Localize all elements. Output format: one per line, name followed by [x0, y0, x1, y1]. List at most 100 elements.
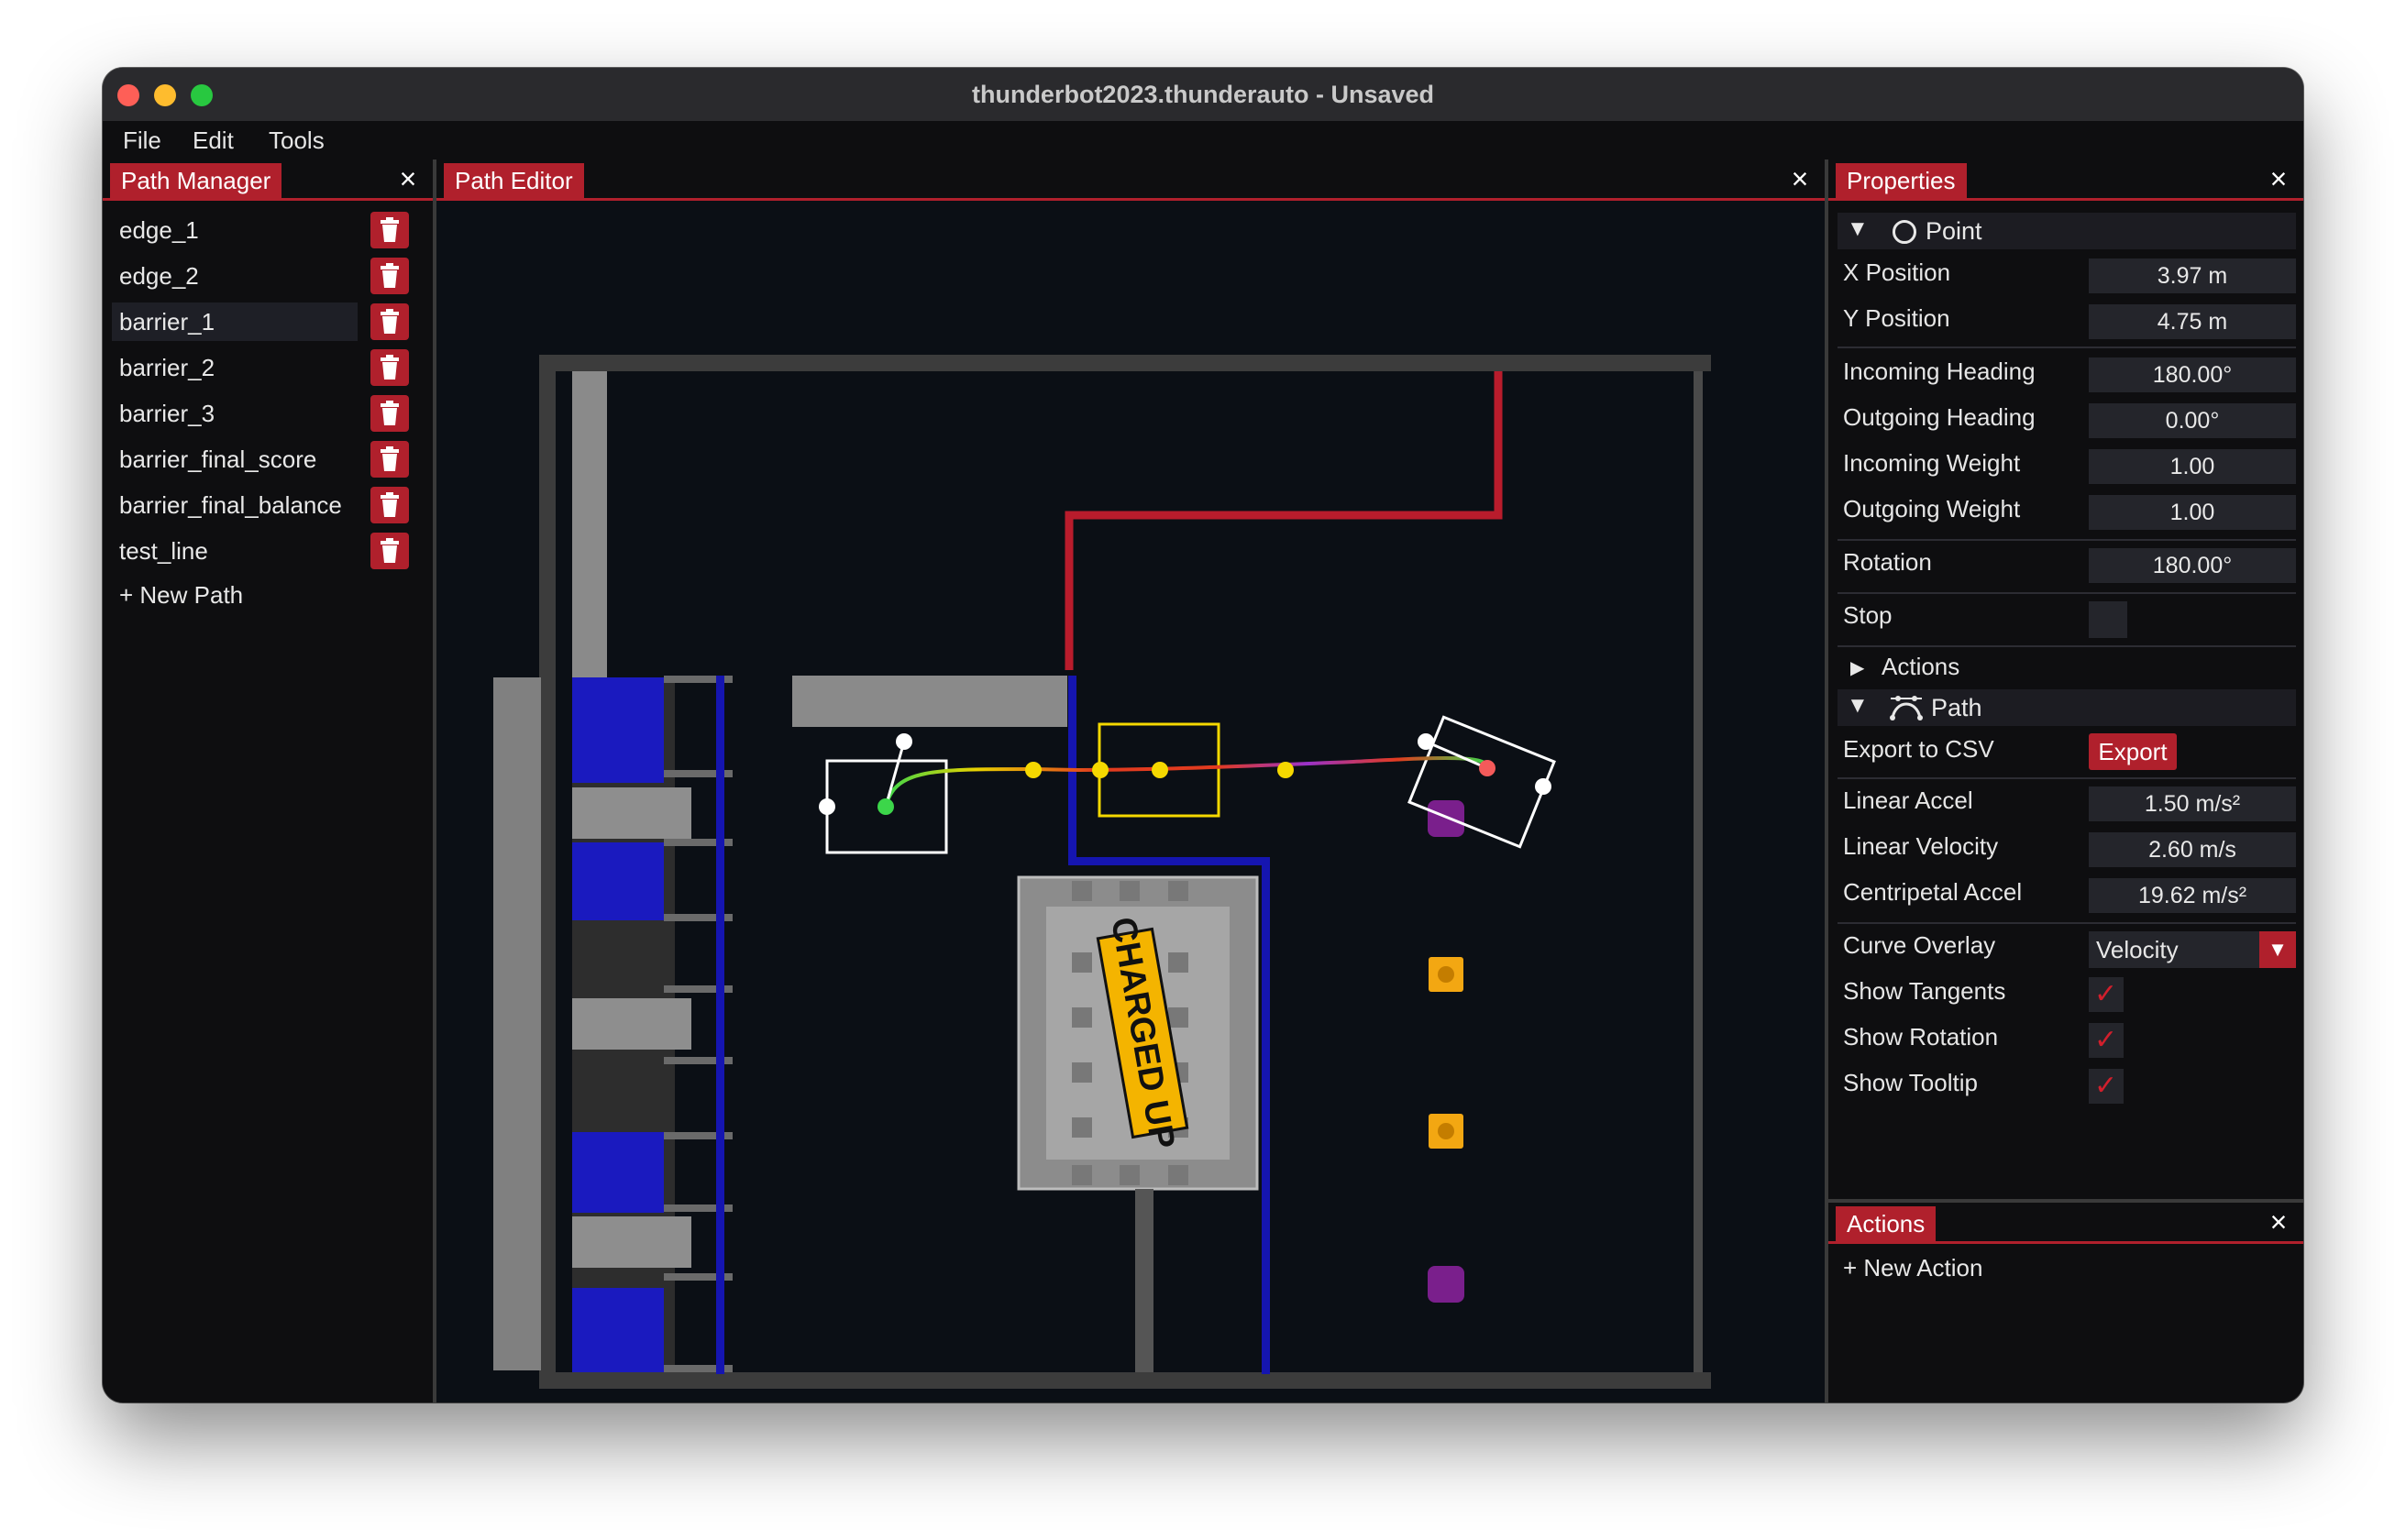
tangent-handle[interactable]: [1418, 733, 1434, 750]
app-window: thunderbot2023.thunderauto - Unsaved Fil…: [103, 68, 2303, 1402]
title-bar: thunderbot2023.thunderauto - Unsaved: [103, 68, 2303, 122]
cone-node: [572, 1216, 691, 1268]
path-list-item[interactable]: barrier_final_balance: [112, 486, 358, 524]
checkmark-icon: ✓: [2094, 1071, 2118, 1101]
trash-icon: [381, 538, 399, 563]
collapse-arrow-icon: ▼: [1847, 693, 1869, 718]
collapse-arrow-icon: ▼: [1847, 216, 1869, 241]
path-list-item[interactable]: barrier_1: [112, 302, 358, 341]
outgoing-heading-label: Outgoing Heading: [1843, 403, 2036, 431]
show-tangents-checkbox[interactable]: ✓: [2089, 977, 2124, 1012]
new-path-button[interactable]: + New Path: [119, 581, 243, 610]
barrier-block: [792, 676, 1067, 727]
cone-game-piece-center: [1438, 966, 1454, 983]
path-list-item[interactable]: barrier_2: [112, 348, 358, 387]
incoming-heading-input[interactable]: 180.00°: [2089, 358, 2296, 392]
checkmark-icon: ✓: [2094, 1025, 2118, 1055]
show-tooltip-label: Show Tooltip: [1843, 1069, 1978, 1096]
curve-overlay-dropdown[interactable]: Velocity ▼: [2089, 931, 2296, 968]
y-position-label: Y Position: [1843, 304, 1950, 332]
close-icon[interactable]: ×: [2265, 163, 2292, 194]
rotation-handle[interactable]: [819, 798, 835, 815]
waypoint[interactable]: [1277, 762, 1294, 778]
path-list-item[interactable]: edge_2: [112, 257, 358, 295]
delete-path-button[interactable]: [370, 441, 409, 478]
delete-path-button[interactable]: [370, 303, 409, 340]
path-manager-tab[interactable]: Path Manager: [110, 163, 282, 198]
delete-path-button[interactable]: [370, 258, 409, 294]
waypoint[interactable]: [1152, 762, 1168, 778]
path-section-header[interactable]: ▼ Path: [1838, 689, 2296, 726]
menu-bar: File Edit Tools: [103, 121, 2303, 160]
outgoing-heading-input[interactable]: 0.00°: [2089, 403, 2296, 438]
waypoint[interactable]: [1092, 762, 1109, 778]
path-manager-header: Path Manager ×: [103, 160, 433, 201]
close-icon[interactable]: ×: [394, 163, 422, 194]
field-wall-bottom: [539, 1372, 1711, 1389]
outgoing-weight-input[interactable]: 1.00: [2089, 495, 2296, 530]
linear-accel-input[interactable]: 1.50 m/s²: [2089, 786, 2296, 821]
cone-node: [572, 998, 691, 1050]
path-list-item[interactable]: barrier_final_score: [112, 440, 358, 478]
rotation-input[interactable]: 180.00°: [2089, 548, 2296, 583]
incoming-heading-label: Incoming Heading: [1843, 358, 2036, 385]
path-point-start[interactable]: [877, 798, 894, 815]
loading-zone-barrier: [572, 371, 607, 679]
expand-arrow-icon[interactable]: ▶: [1850, 656, 1864, 679]
menu-edit[interactable]: Edit: [193, 126, 234, 155]
field-wall-top: [539, 355, 1711, 371]
centripetal-accel-input[interactable]: 19.62 m/s²: [2089, 878, 2296, 913]
path-bezier-icon: [1890, 696, 1923, 720]
dropdown-arrow-icon[interactable]: ▼: [2259, 931, 2296, 968]
y-position-input[interactable]: 4.75 m: [2089, 304, 2296, 339]
incoming-weight-input[interactable]: 1.00: [2089, 449, 2296, 484]
rotation-handle[interactable]: [1535, 778, 1551, 795]
stop-label: Stop: [1843, 601, 1893, 629]
path-manager-panel: Path Manager × edge_1 edge_2 barrier_1barr…: [103, 160, 433, 1402]
path-list-item[interactable]: test_line: [112, 532, 358, 570]
field-canvas[interactable]: CHARGED UP: [436, 201, 1825, 1402]
properties-tab[interactable]: Properties: [1836, 163, 1967, 198]
menu-file[interactable]: File: [123, 126, 161, 155]
waypoint[interactable]: [1025, 762, 1042, 778]
x-position-label: X Position: [1843, 258, 1951, 286]
show-rotation-checkbox[interactable]: ✓: [2089, 1023, 2124, 1058]
checkmark-icon: ✓: [2094, 979, 2118, 1009]
delete-path-button[interactable]: [370, 533, 409, 569]
cube-node: [572, 1288, 664, 1372]
tangent-handle[interactable]: [896, 733, 912, 750]
incoming-weight-label: Incoming Weight: [1843, 449, 2021, 477]
path-point-end[interactable]: [1479, 760, 1495, 776]
x-position-input[interactable]: 3.97 m: [2089, 258, 2296, 293]
point-section-header[interactable]: ▼ Point: [1838, 213, 2296, 249]
path-editor-header: Path Editor ×: [436, 160, 1825, 201]
show-tooltip-checkbox[interactable]: ✓: [2089, 1069, 2124, 1104]
close-icon[interactable]: ×: [2265, 1206, 2292, 1238]
delete-path-button[interactable]: [370, 212, 409, 248]
properties-header: Properties ×: [1828, 160, 2303, 201]
delete-path-button[interactable]: [370, 395, 409, 432]
trash-icon: [381, 492, 399, 517]
menu-tools[interactable]: Tools: [269, 126, 325, 155]
path-editor-tab[interactable]: Path Editor: [444, 163, 584, 198]
path-list-item[interactable]: edge_1: [112, 211, 358, 249]
path-list-item[interactable]: barrier_3: [112, 394, 358, 433]
actions-tab[interactable]: Actions: [1836, 1206, 1937, 1241]
delete-path-button[interactable]: [370, 349, 409, 386]
delete-path-button[interactable]: [370, 487, 409, 523]
actions-section-label[interactable]: Actions: [1882, 653, 1959, 681]
charge-station-line: [1262, 857, 1270, 1374]
path-editor-panel: Path Editor × CHARGED UP: [436, 160, 1825, 1402]
linear-accel-label: Linear Accel: [1843, 786, 1973, 814]
trash-icon: [381, 309, 399, 334]
trash-icon: [381, 263, 399, 288]
export-button[interactable]: Export: [2089, 733, 2177, 770]
trash-icon: [381, 355, 399, 380]
linear-velocity-input[interactable]: 2.60 m/s: [2089, 832, 2296, 867]
close-icon[interactable]: ×: [1786, 163, 1814, 194]
properties-panel: Properties × ▼ Point X Position 3.97 m Y…: [1828, 160, 2303, 1199]
new-action-button[interactable]: + New Action: [1843, 1254, 1982, 1282]
field-wall-left: [539, 355, 556, 1389]
stop-checkbox[interactable]: [2089, 601, 2127, 638]
cube-node: [572, 677, 664, 783]
